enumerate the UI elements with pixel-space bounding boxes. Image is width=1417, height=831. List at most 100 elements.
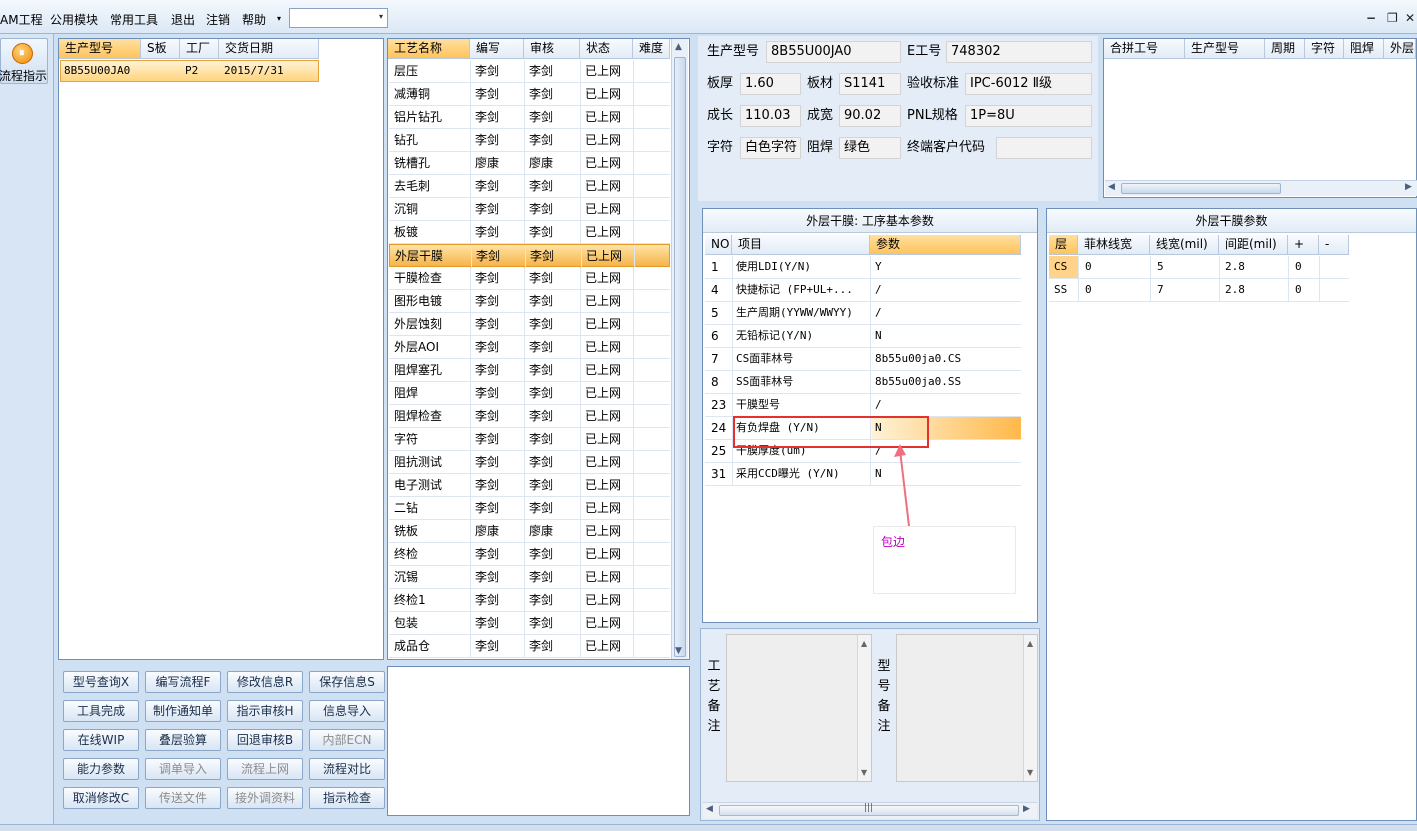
process-note-area[interactable] — [387, 666, 690, 816]
menu-am-project[interactable]: AM工程 — [0, 11, 43, 28]
width-field[interactable]: 90.02 — [839, 105, 901, 127]
scroll-thumb[interactable] — [1121, 183, 1281, 194]
eno-field[interactable]: 748302 — [946, 41, 1092, 63]
table-row[interactable]: 成品仓 李剑 李剑 已上网 — [389, 635, 670, 658]
table-row[interactable]: 阻抗测试 李剑 李剑 已上网 — [389, 451, 670, 474]
table-row[interactable]: 干膜检查 李剑 李剑 已上网 — [389, 267, 670, 290]
action-button[interactable]: 在线WIP — [63, 729, 139, 751]
action-button[interactable]: 取消修改C — [63, 787, 139, 809]
col-header-model[interactable]: 生产型号 — [59, 39, 141, 59]
action-button[interactable]: 指示检查 — [309, 787, 385, 809]
col-header-line-width[interactable]: 线宽(mil) — [1150, 235, 1219, 255]
table-row[interactable]: CS 0 5 2.8 0 — [1049, 256, 1349, 279]
col-header-delivery[interactable]: 交货日期 — [219, 39, 319, 59]
col-header-mask[interactable]: 阻焊 — [1344, 39, 1384, 59]
restore-icon[interactable]: ❐ — [1387, 11, 1398, 25]
combine-hscrollbar[interactable]: ◀ ▶ — [1105, 180, 1417, 196]
col-header-reviewer[interactable]: 审核 — [524, 39, 580, 59]
menu-overflow-icon[interactable]: ▾ — [277, 14, 281, 23]
action-button[interactable]: 调单导入 — [145, 758, 221, 780]
action-button[interactable]: 叠层验算 — [145, 729, 221, 751]
action-button[interactable]: 接外调资料 — [227, 787, 303, 809]
flow-indicator-button[interactable]: ⏸ 流程指示 — [0, 38, 48, 84]
thickness-field[interactable]: 1.60 — [740, 73, 801, 95]
scroll-right-icon[interactable]: ▶ — [1023, 804, 1030, 814]
action-button[interactable]: 制作通知单 — [145, 700, 221, 722]
table-row[interactable]: 铝片钻孔 李剑 李剑 已上网 — [389, 106, 670, 129]
material-field[interactable]: S1141 — [839, 73, 901, 95]
table-row[interactable]: 二钻 李剑 李剑 已上网 — [389, 497, 670, 520]
col-header-difficulty[interactable]: 难度 — [633, 39, 670, 59]
table-row[interactable]: 1 使用LDI(Y/N) Y — [705, 256, 1021, 279]
process-scrollbar[interactable]: ▲ ▼ — [671, 39, 688, 659]
standard-field[interactable]: IPC-6012 Ⅱ级 — [965, 73, 1092, 95]
table-row[interactable]: 7 CS面菲林号 8b55u00ja0.CS — [705, 348, 1021, 371]
table-row[interactable]: 终检 李剑 李剑 已上网 — [389, 543, 670, 566]
table-row[interactable]: 31 采用CCD曝光 (Y/N) N — [705, 463, 1021, 486]
model-field[interactable]: 8B55U00JA0 — [766, 41, 901, 63]
col-header-layer[interactable]: 层 — [1049, 235, 1078, 255]
table-row[interactable]: 减薄铜 李剑 李剑 已上网 — [389, 83, 670, 106]
action-button[interactable]: 指示审核H — [227, 700, 303, 722]
col-header-item[interactable]: 项目 — [732, 235, 870, 255]
table-row[interactable]: 铣槽孔 廖康 廖康 已上网 — [389, 152, 670, 175]
col-header-sboard[interactable]: S板 — [141, 39, 180, 59]
col-header-spacing[interactable]: 间距(mil) — [1219, 235, 1288, 255]
menu-exit[interactable]: 退出 — [171, 11, 195, 28]
process-remark-field[interactable]: ▲ ▼ — [726, 634, 872, 782]
menu-logout[interactable]: 注销 — [206, 11, 230, 28]
customer-field[interactable] — [996, 137, 1092, 159]
scroll-up-icon[interactable]: ▲ — [1027, 639, 1033, 648]
action-button[interactable]: 编写流程F — [145, 671, 221, 693]
action-button[interactable]: 流程上网 — [227, 758, 303, 780]
scroll-thumb[interactable] — [674, 57, 686, 657]
scroll-up-icon[interactable]: ▲ — [861, 639, 867, 648]
char-field[interactable]: 白色字符 — [740, 137, 801, 159]
table-row[interactable]: 包装 李剑 李剑 已上网 — [389, 612, 670, 635]
col-header-status[interactable]: 状态 — [580, 39, 633, 59]
table-row[interactable]: 钻孔 李剑 李剑 已上网 — [389, 129, 670, 152]
menu-combo[interactable]: ▾ — [289, 8, 388, 28]
table-row[interactable]: 5 生产周期(YYWW/WWYY) / — [705, 302, 1021, 325]
table-row[interactable]: 6 无铅标记(Y/N) N — [705, 325, 1021, 348]
table-row[interactable]: 去毛刺 李剑 李剑 已上网 — [389, 175, 670, 198]
col-header-cycle[interactable]: 周期 — [1265, 39, 1305, 59]
table-row[interactable]: 板镀 李剑 李剑 已上网 — [389, 221, 670, 244]
table-row[interactable]: 阻焊检查 李剑 李剑 已上网 — [389, 405, 670, 428]
col-header-param[interactable]: 参数 — [870, 235, 1021, 255]
action-button[interactable]: 传送文件 — [145, 787, 221, 809]
model-remark-field[interactable]: ▲ ▼ — [896, 634, 1038, 782]
table-row[interactable]: 沉锡 李剑 李剑 已上网 — [389, 566, 670, 589]
col-header-outer[interactable]: 外层 — [1384, 39, 1416, 59]
close-icon[interactable]: ✕ — [1405, 11, 1415, 25]
table-row[interactable]: 外层蚀刻 李剑 李剑 已上网 — [389, 313, 670, 336]
table-row[interactable]: 阻焊 李剑 李剑 已上网 — [389, 382, 670, 405]
length-field[interactable]: 110.03 — [740, 105, 801, 127]
col-header-minus[interactable]: - — [1319, 235, 1349, 255]
col-header-film-width[interactable]: 菲林线宽 — [1078, 235, 1150, 255]
action-button[interactable]: 型号查询X — [63, 671, 139, 693]
menu-tools[interactable]: 常用工具 — [110, 11, 158, 28]
table-row[interactable]: 沉铜 李剑 李剑 已上网 — [389, 198, 670, 221]
scroll-right-icon[interactable]: ▶ — [1405, 182, 1412, 192]
minimize-icon[interactable]: − — [1366, 11, 1376, 25]
col-header-combine-model[interactable]: 生产型号 — [1185, 39, 1265, 59]
table-row[interactable]: 图形电镀 李剑 李剑 已上网 — [389, 290, 670, 313]
scroll-down-icon[interactable]: ▼ — [1027, 768, 1033, 777]
action-button[interactable]: 内部ECN — [309, 729, 385, 751]
menu-common-module[interactable]: 公用模块 — [50, 11, 98, 28]
table-row[interactable]: 阻焊塞孔 李剑 李剑 已上网 — [389, 359, 670, 382]
col-header-no[interactable]: NO — [705, 235, 732, 255]
scroll-left-icon[interactable]: ◀ — [706, 804, 713, 814]
scroll-down-icon[interactable]: ▼ — [675, 646, 682, 656]
table-row[interactable]: 终检1 李剑 李剑 已上网 — [389, 589, 670, 612]
scroll-up-icon[interactable]: ▲ — [675, 42, 682, 52]
scroll-down-icon[interactable]: ▼ — [861, 768, 867, 777]
menu-help[interactable]: 帮助 — [242, 11, 266, 28]
table-row[interactable]: 字符 李剑 李剑 已上网 — [389, 428, 670, 451]
action-button[interactable]: 流程对比 — [309, 758, 385, 780]
table-row[interactable]: 8 SS面菲林号 8b55u00ja0.SS — [705, 371, 1021, 394]
remark-hscrollbar[interactable]: ◀ ||| ▶ — [703, 802, 1037, 818]
action-button[interactable]: 修改信息R — [227, 671, 303, 693]
scroll-left-icon[interactable]: ◀ — [1108, 182, 1115, 192]
